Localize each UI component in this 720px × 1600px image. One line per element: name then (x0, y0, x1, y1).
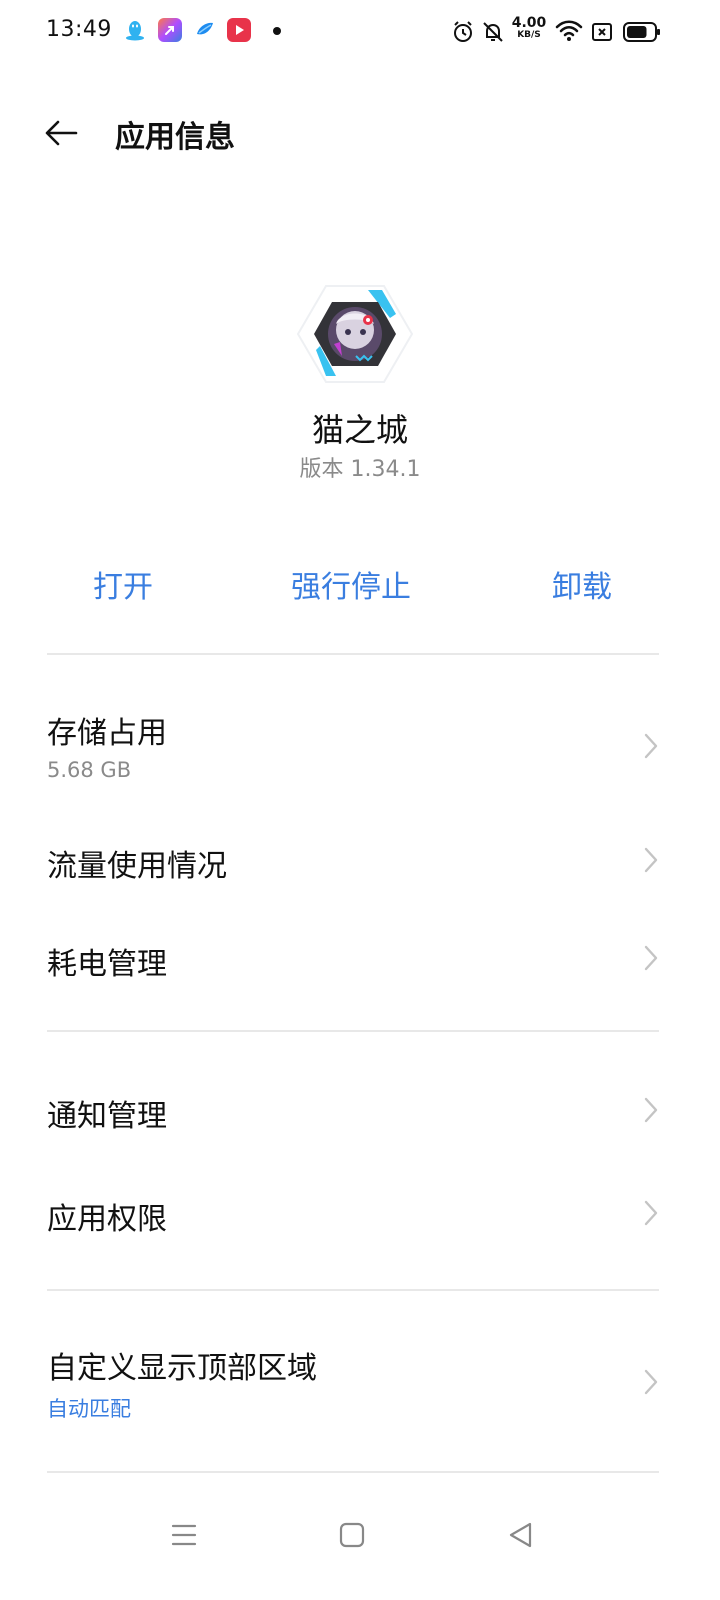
divider (47, 1471, 659, 1473)
list-item-notifications[interactable]: 通知管理 (0, 1065, 720, 1155)
display-area-value: 自动匹配 (47, 1397, 131, 1421)
list-item-permissions[interactable]: 应用权限 (0, 1168, 720, 1258)
navigation-bar (0, 1480, 720, 1600)
app-icon (296, 280, 414, 388)
bird-app-icon (193, 18, 217, 42)
app-version: 版本 1.34.1 (299, 457, 421, 482)
battery-icon (622, 20, 662, 48)
net-speed-unit: KB/S (517, 30, 541, 40)
back-nav-button[interactable] (496, 1510, 546, 1560)
sim-none-icon (590, 20, 614, 48)
list-item-storage[interactable]: 存储占用 5.68 GB (0, 690, 720, 800)
data-usage-title: 流量使用情况 (47, 849, 227, 884)
open-button[interactable]: 打开 (93, 562, 153, 606)
chevron-right-icon (644, 1200, 658, 1226)
chevron-right-icon (644, 1369, 658, 1395)
force-stop-button[interactable]: 强行停止 (291, 562, 411, 606)
status-time: 13:49 (46, 17, 112, 42)
notifications-title: 通知管理 (47, 1099, 167, 1134)
app-launcher-icon (158, 18, 182, 42)
notifications-off-icon (481, 20, 505, 48)
home-button[interactable] (327, 1510, 377, 1560)
app-info-screen: 13:49 4.00 KB/S 应用信息 猫之城 版本 1.34.1 打开 强行… (0, 0, 720, 1600)
storage-value: 5.68 GB (47, 758, 132, 782)
app-name: 猫之城 (311, 411, 408, 449)
chevron-right-icon (644, 1097, 658, 1123)
home-icon (339, 1522, 365, 1548)
divider (47, 653, 659, 655)
more-notifications-dot (273, 27, 281, 35)
display-area-title: 自定义显示顶部区域 (47, 1351, 317, 1386)
page-title: 应用信息 (115, 120, 235, 155)
wifi-icon (555, 18, 583, 48)
list-item-data-usage[interactable]: 流量使用情况 (0, 815, 720, 905)
chevron-right-icon (644, 733, 658, 759)
list-item-display-area[interactable]: 自定义显示顶部区域 自动匹配 (0, 1325, 720, 1440)
status-bar: 13:49 4.00 KB/S (0, 0, 720, 64)
permissions-title: 应用权限 (47, 1202, 167, 1237)
uninstall-button[interactable]: 卸载 (552, 562, 612, 606)
divider (47, 1289, 659, 1291)
chevron-right-icon (644, 847, 658, 873)
video-app-icon (227, 18, 251, 42)
storage-title: 存储占用 (47, 716, 167, 751)
power-title: 耗电管理 (47, 947, 167, 982)
chevron-right-icon (644, 945, 658, 971)
recent-apps-button[interactable] (159, 1510, 209, 1560)
back-arrow-icon (45, 120, 78, 146)
net-speed-value: 4.00 (511, 15, 547, 31)
divider (47, 1030, 659, 1032)
back-button[interactable] (36, 108, 86, 158)
back-nav-icon (509, 1522, 532, 1548)
qq-icon (123, 18, 147, 42)
list-item-power[interactable]: 耗电管理 (0, 913, 720, 1003)
header: 应用信息 (0, 92, 720, 172)
alarm-icon (451, 20, 475, 48)
menu-icon (171, 1524, 197, 1546)
network-speed: 4.00 KB/S (510, 16, 548, 40)
